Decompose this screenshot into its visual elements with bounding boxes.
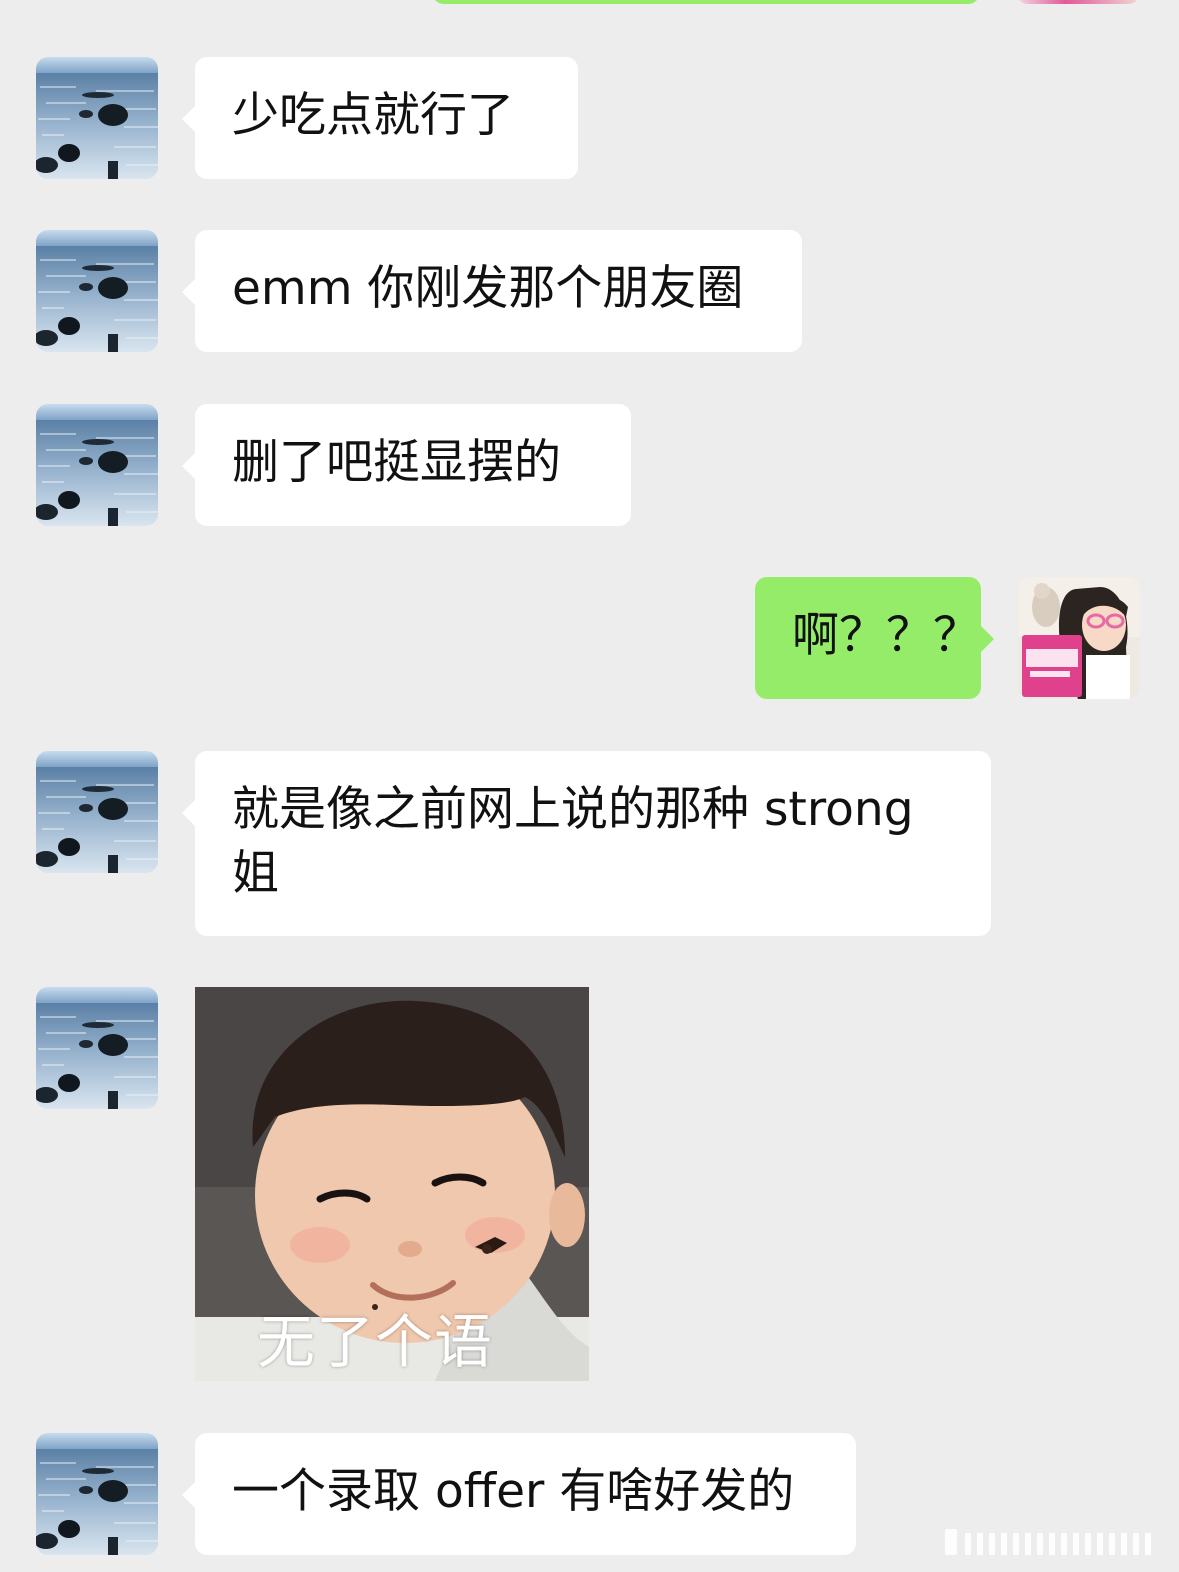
message-bubble-incoming[interactable]: 删了吧挺显摆的 (182, 404, 631, 526)
contact-avatar[interactable] (36, 57, 158, 179)
message-text: 删了吧挺显摆的 (232, 435, 561, 490)
message-bubble-incoming[interactable]: emm 你刚发那个朋友圈 (182, 230, 802, 352)
self-avatar[interactable] (1018, 577, 1140, 699)
message-bubble-incoming[interactable]: 少吃点就行了 (182, 57, 578, 179)
contact-avatar[interactable] (36, 230, 158, 352)
seascape-avatar-icon (36, 751, 158, 873)
message-bubble-incoming[interactable]: 就是像之前网上说的那种 strong 姐 (182, 751, 991, 936)
message-text: 一个录取 offer 有啥好发的 (232, 1464, 795, 1519)
self-avatar-partial[interactable] (1016, 0, 1140, 4)
sticker-message[interactable]: 无了个语 (195, 987, 589, 1381)
seascape-avatar-icon (36, 404, 158, 526)
seascape-avatar-icon (36, 230, 158, 352)
message-text: emm 你刚发那个朋友圈 (232, 261, 744, 316)
message-text: 就是像之前网上说的那种 strong 姐 (232, 782, 914, 901)
message-bubble-outgoing[interactable]: 啊？？？ (755, 577, 994, 699)
contact-avatar[interactable] (36, 751, 158, 873)
seascape-avatar-icon (36, 1433, 158, 1555)
chat-message-list: 少吃点就行了 emm 你刚发那个朋友圈 删了吧挺显摆的 啊？？？ 就是像之前网上… (0, 0, 1179, 1572)
contact-avatar[interactable] (36, 987, 158, 1109)
message-text: 啊？？？ (792, 608, 980, 663)
previous-outgoing-bubble-partial[interactable] (432, 0, 980, 4)
sticker-caption: 无了个语 (257, 1308, 494, 1376)
message-bubble-incoming[interactable]: 一个录取 offer 有啥好发的 (182, 1433, 856, 1555)
seascape-avatar-icon (36, 987, 158, 1109)
contact-avatar[interactable] (36, 1433, 158, 1555)
message-text: 少吃点就行了 (232, 88, 514, 143)
seascape-avatar-icon (36, 57, 158, 179)
scroll-indicator-icon (945, 1529, 1151, 1555)
girl-with-book-avatar-icon (1018, 577, 1140, 699)
contact-avatar[interactable] (36, 404, 158, 526)
